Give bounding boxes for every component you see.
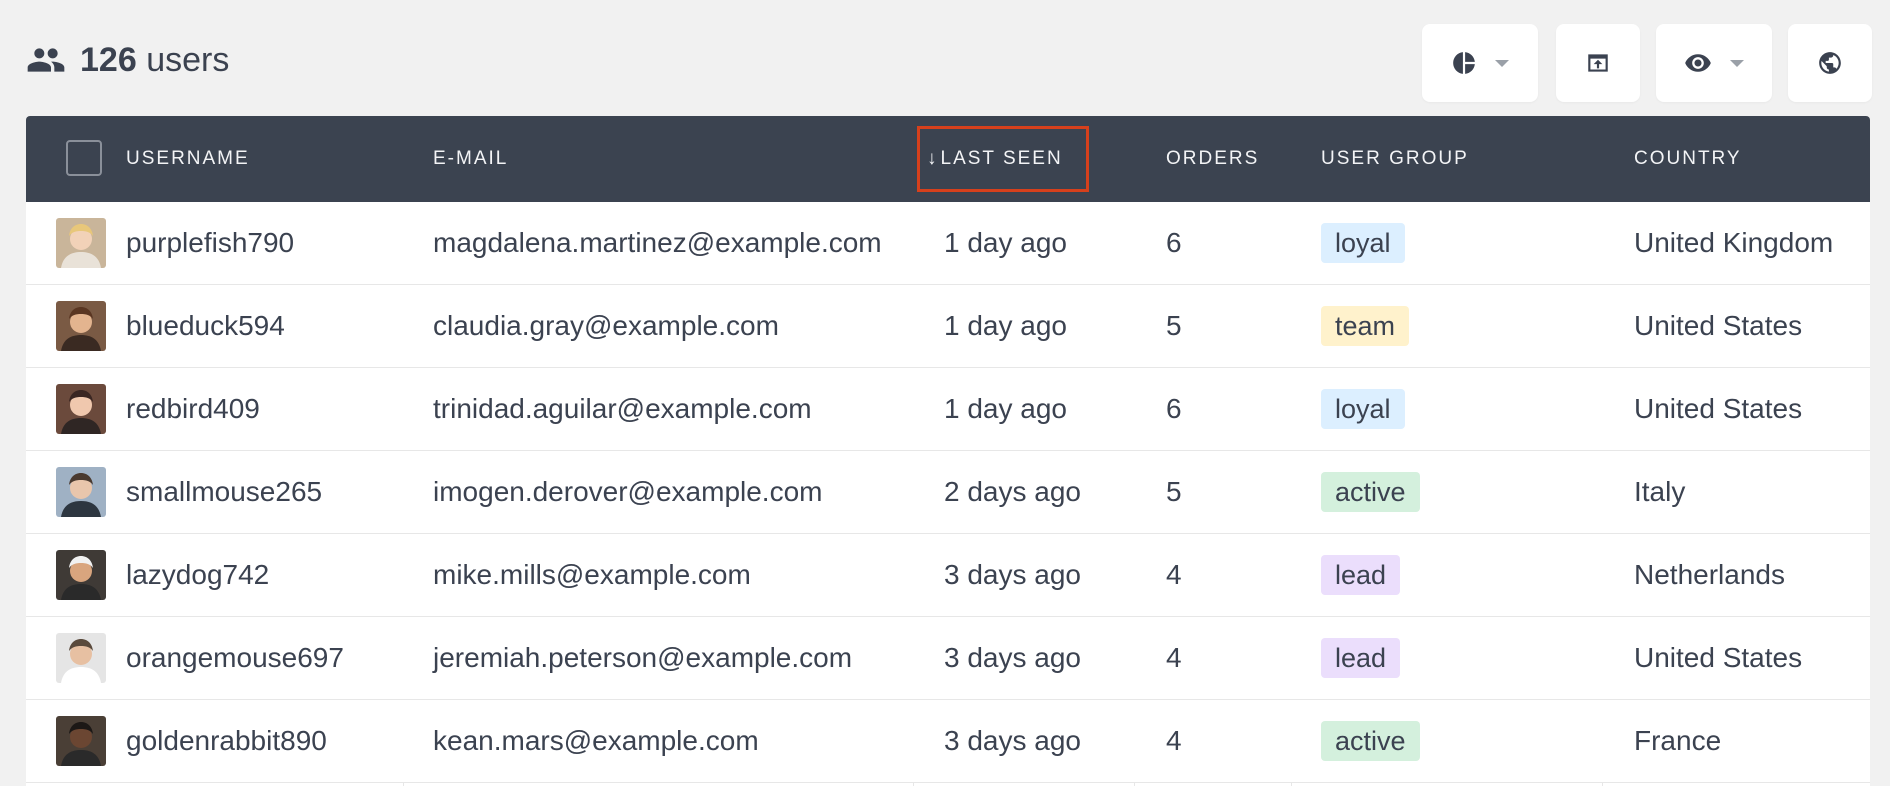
orders-cell: 4 xyxy=(1166,725,1182,756)
username-cell[interactable]: lazydog742 xyxy=(126,534,269,616)
username-cell[interactable]: smallmouse265 xyxy=(126,451,322,533)
avatar xyxy=(56,467,106,517)
column-header-email[interactable]: E-mail xyxy=(433,116,508,202)
username-cell[interactable]: redbird409 xyxy=(126,368,260,450)
globe-icon xyxy=(1817,50,1843,76)
column-header-country[interactable]: Country xyxy=(1634,116,1742,202)
username-cell[interactable]: blueduck594 xyxy=(126,285,285,367)
country-cell: United Kingdom xyxy=(1634,227,1834,258)
user-group-cell: active xyxy=(1321,451,1420,533)
user-group-badge: loyal xyxy=(1321,389,1405,429)
avatar xyxy=(56,301,106,351)
toolbar: 126 users xyxy=(0,0,1890,116)
username-cell[interactable]: goldenrabbit890 xyxy=(126,700,327,782)
avatar xyxy=(56,384,106,434)
select-all-checkbox[interactable] xyxy=(66,140,102,176)
table-row[interactable]: purplefish790 magdalena.martinez@example… xyxy=(26,202,1870,285)
export-button[interactable] xyxy=(1556,24,1640,102)
chevron-down-icon xyxy=(1495,59,1509,67)
sorted-column-highlight xyxy=(917,126,1089,192)
email-cell: kean.mars@example.com xyxy=(433,725,759,756)
country-cell: Italy xyxy=(1634,476,1686,507)
users-table: Username E-mail ↓ Last seen Orders User … xyxy=(26,116,1870,786)
user-group-cell: lead xyxy=(1321,617,1401,699)
avatar xyxy=(56,550,106,600)
orders-cell: 4 xyxy=(1166,559,1182,590)
users-icon xyxy=(26,40,66,80)
orders-cell: 6 xyxy=(1166,393,1182,424)
email-cell: mike.mills@example.com xyxy=(433,559,751,590)
last-seen-cell: 3 days ago xyxy=(944,642,1081,673)
email-cell: magdalena.martinez@example.com xyxy=(433,227,882,258)
eye-icon xyxy=(1684,49,1712,77)
last-seen-cell: 3 days ago xyxy=(944,559,1081,590)
orders-cell: 5 xyxy=(1166,310,1182,341)
globe-button[interactable] xyxy=(1788,24,1872,102)
country-cell: Netherlands xyxy=(1634,559,1785,590)
table-row[interactable]: smallmouse265 imogen.derover@example.com… xyxy=(26,451,1870,534)
email-cell: trinidad.aguilar@example.com xyxy=(433,393,812,424)
last-seen-cell: 1 day ago xyxy=(944,227,1067,258)
column-header-user-group[interactable]: User group xyxy=(1321,116,1469,202)
username-cell[interactable]: orangemouse697 xyxy=(126,617,344,699)
last-seen-cell: 2 days ago xyxy=(944,476,1081,507)
avatar xyxy=(56,218,106,268)
username-cell[interactable]: purplefish790 xyxy=(126,202,294,284)
country-cell: United States xyxy=(1634,310,1803,341)
user-group-badge: loyal xyxy=(1321,223,1405,263)
table-row[interactable]: goldenrabbit890 kean.mars@example.com 3 … xyxy=(26,700,1870,783)
last-seen-cell: 1 day ago xyxy=(944,310,1067,341)
column-header-username[interactable]: Username xyxy=(126,116,250,202)
table-row[interactable]: orangemouse697 jeremiah.peterson@example… xyxy=(26,617,1870,700)
page-title: 126 users xyxy=(26,40,229,80)
user-group-cell: loyal xyxy=(1321,368,1405,450)
user-group-badge: lead xyxy=(1321,555,1401,595)
email-cell: jeremiah.peterson@example.com xyxy=(433,642,853,673)
user-count: 126 xyxy=(80,40,137,79)
country-cell: United States xyxy=(1634,393,1803,424)
column-header-orders[interactable]: Orders xyxy=(1166,116,1259,202)
user-group-badge: team xyxy=(1321,306,1410,346)
email-cell: imogen.derover@example.com xyxy=(433,476,823,507)
country-cell: France xyxy=(1634,725,1722,756)
orders-cell: 4 xyxy=(1166,642,1182,673)
user-group-cell: loyal xyxy=(1321,202,1405,284)
last-seen-cell: 1 day ago xyxy=(944,393,1067,424)
chevron-down-icon xyxy=(1730,59,1744,67)
user-group-badge: active xyxy=(1321,472,1420,512)
user-group-cell: lead xyxy=(1321,534,1401,616)
pie-chart-icon xyxy=(1451,50,1477,76)
export-icon xyxy=(1585,50,1611,76)
orders-cell: 5 xyxy=(1166,476,1182,507)
country-cell: United States xyxy=(1634,642,1803,673)
user-group-badge: active xyxy=(1321,721,1420,761)
last-seen-cell: 3 days ago xyxy=(944,725,1081,756)
user-group-cell: active xyxy=(1321,700,1420,782)
user-group-badge: lead xyxy=(1321,638,1401,678)
email-cell: claudia.gray@example.com xyxy=(433,310,779,341)
table-header: Username E-mail ↓ Last seen Orders User … xyxy=(26,116,1870,202)
chart-dropdown-button[interactable] xyxy=(1422,24,1538,102)
table-row[interactable]: redbird409 trinidad.aguilar@example.com … xyxy=(26,368,1870,451)
avatar xyxy=(56,633,106,683)
user-count-label: users xyxy=(146,40,230,79)
view-dropdown-button[interactable] xyxy=(1656,24,1772,102)
orders-cell: 6 xyxy=(1166,227,1182,258)
avatar xyxy=(56,716,106,766)
user-group-cell: team xyxy=(1321,285,1410,367)
table-row[interactable]: blueduck594 claudia.gray@example.com 1 d… xyxy=(26,285,1870,368)
table-row[interactable]: lazydog742 mike.mills@example.com 3 days… xyxy=(26,534,1870,617)
